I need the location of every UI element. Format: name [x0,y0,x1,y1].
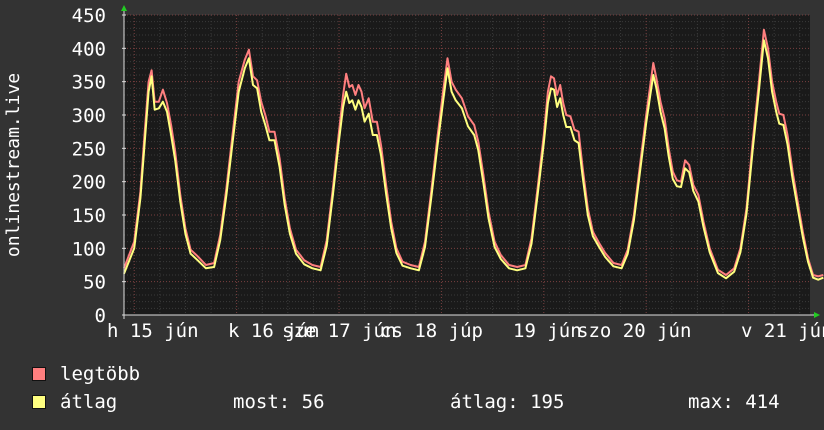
y-tick-label: 100 [72,238,106,260]
legend-swatch-atlag [32,395,46,409]
y-tick-label: 0 [95,305,106,327]
y-tick-labels: 0 50 100 150 200 250 300 350 400 450 [72,5,106,327]
legend-label-atlag: átlag [60,391,118,413]
stat-current: most: 56 [233,391,325,413]
y-tick-label: 50 [83,272,106,294]
y-tick-label: 250 [72,138,106,160]
line-chart: 0 50 100 150 200 250 300 350 400 450 h 15 jún k 16… [3,5,824,342]
x-tick-label: szo 20 jún [577,320,691,342]
x-axis-arrow [814,312,820,318]
x-tick-label: cs 18 júp [380,320,483,342]
y-tick-label: 450 [72,5,106,27]
y-tick-label: 400 [72,38,106,60]
legend-label-legtobb: legtöbb [60,363,141,385]
y-tick-label: 350 [72,72,106,94]
x-tick-label: h 15 jún [107,320,199,342]
y-tick-label: 200 [72,172,106,194]
x-tick-labels: h 15 jún k 16 júnsze 17 júncs 18 júp 19 jú… [107,320,824,342]
legend-item-atlag: átlag [32,391,117,413]
y-axis-arrow [121,5,127,11]
y-axis-label: onlinestream.live [3,73,24,257]
y-tick-label: 150 [72,205,106,227]
stat-max: max: 414 [688,391,780,413]
y-tick-label: 300 [72,105,106,127]
x-tick-label: v 21 jún [741,320,824,342]
legend-item-legtobb: legtöbb [32,363,140,385]
x-tick-label: 19 jún [513,320,582,342]
legend-swatch-legtobb [32,367,46,381]
stat-average: átlag: 195 [450,391,565,413]
